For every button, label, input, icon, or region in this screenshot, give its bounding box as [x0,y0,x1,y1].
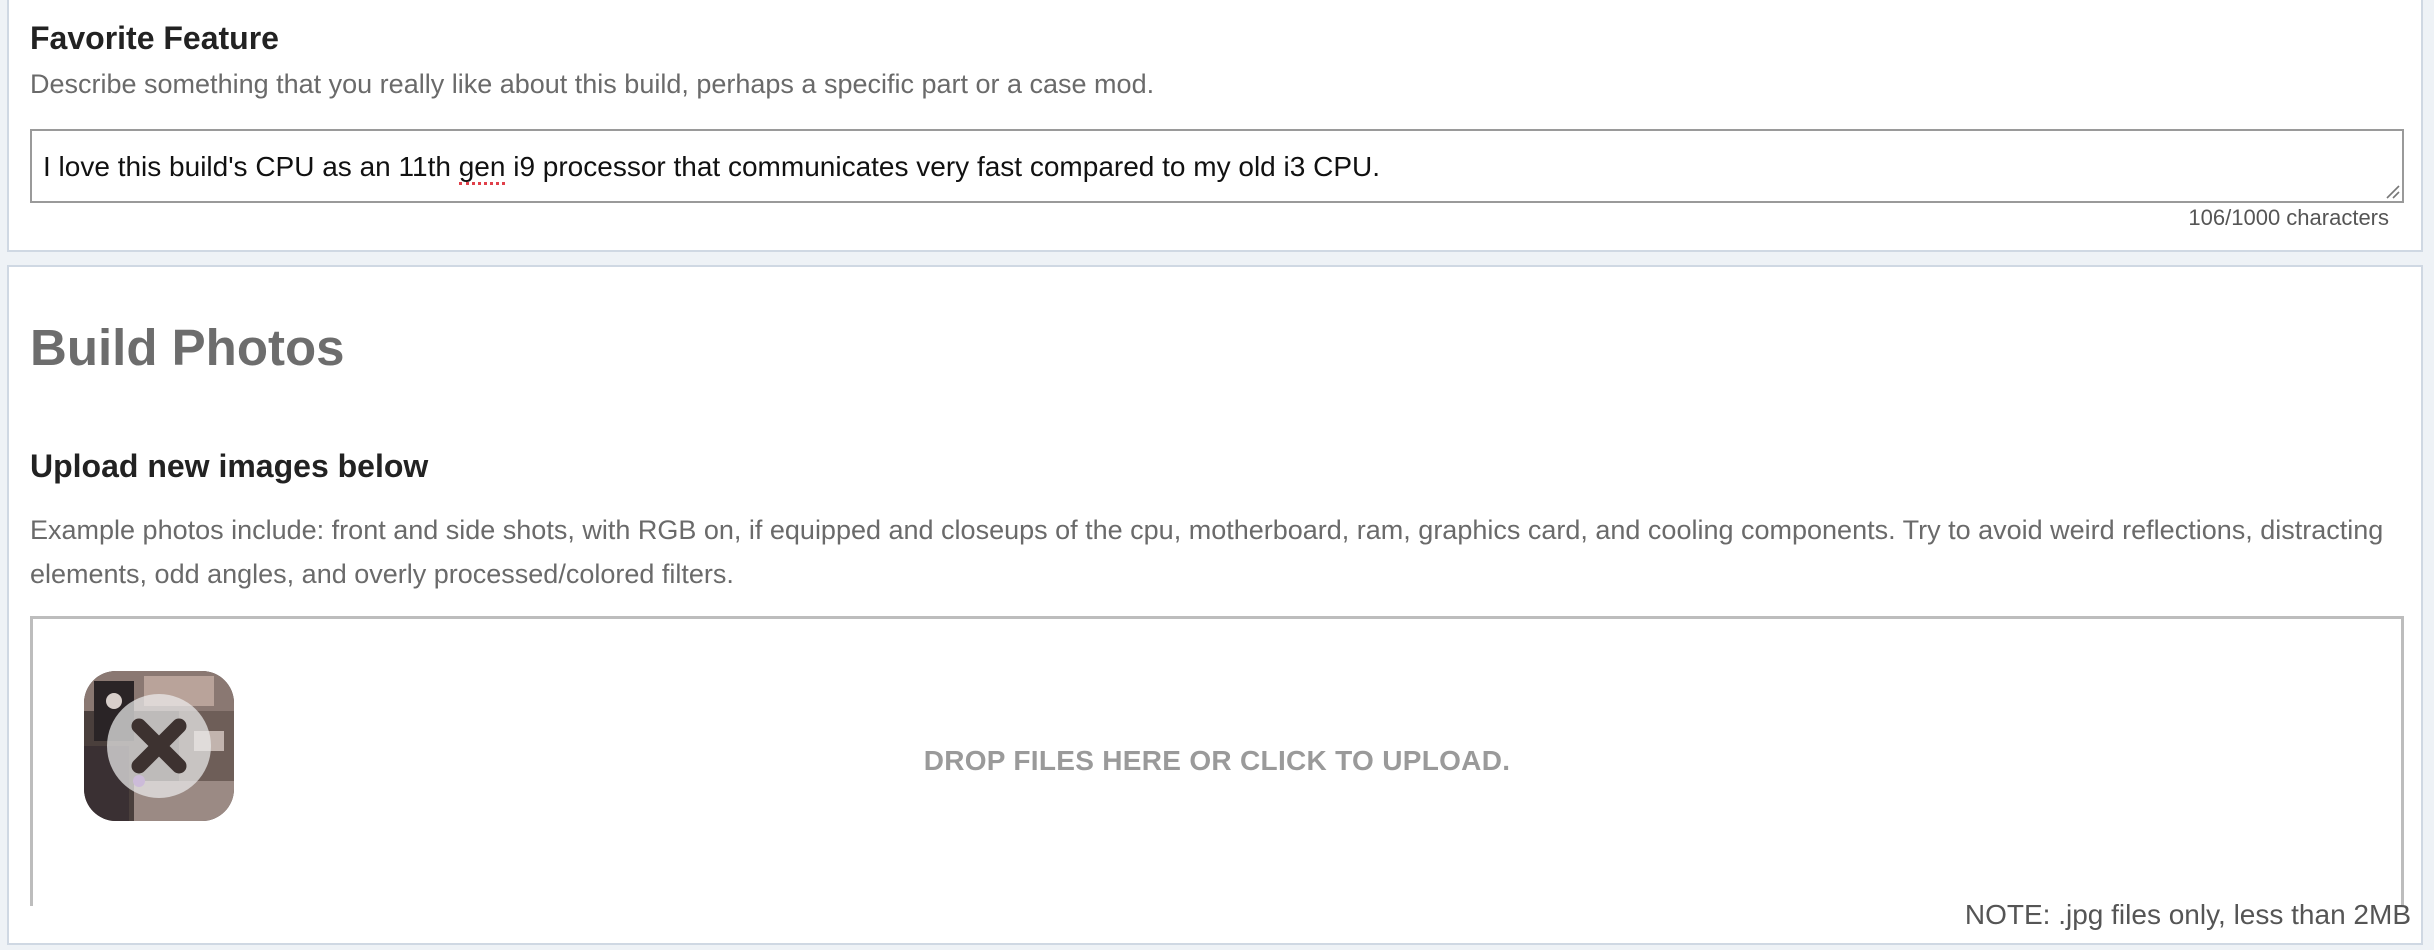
upload-images-title: Upload new images below [30,448,429,484]
favorite-feature-panel: Favorite Feature Describe something that… [7,0,2423,252]
textarea-text-end: i9 processor that communicates very fast… [505,151,1380,182]
build-photos-heading: Build Photos [30,319,345,376]
favorite-feature-textarea[interactable]: I love this build's CPU as an 11th gen i… [30,129,2404,203]
dropzone-instructions[interactable]: DROP FILES HERE OR CLICK TO UPLOAD. [33,745,2401,777]
favorite-feature-description: Describe something that you really like … [30,69,1155,99]
textarea-text-start: I love this build's CPU as an 11th [43,151,459,182]
character-counter: 106/1000 characters [2188,205,2389,230]
favorite-feature-title: Favorite Feature [30,20,279,56]
misspelled-word[interactable]: gen [458,151,506,185]
file-dropzone[interactable]: DROP FILES HERE OR CLICK TO UPLOAD. [30,616,2404,906]
build-photos-panel: Build Photos Upload new images below Exa… [7,265,2423,945]
file-requirements-note: NOTE: .jpg files only, less than 2MB [1964,899,2411,930]
resize-handle-icon[interactable] [2384,183,2400,199]
upload-images-description: Example photos include: front and side s… [30,515,2384,589]
